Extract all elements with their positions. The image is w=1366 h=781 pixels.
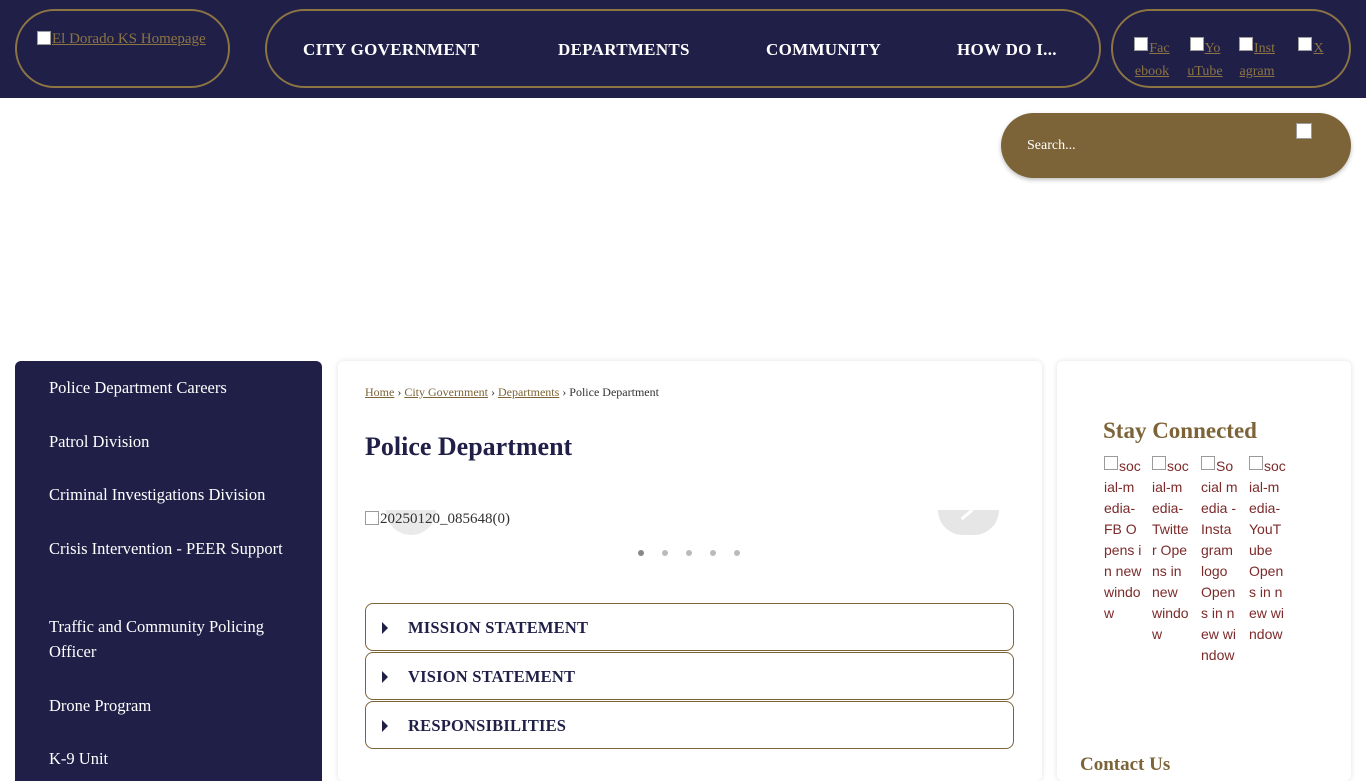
- slideshow-dot[interactable]: [710, 550, 716, 556]
- nav-city-government[interactable]: CITY GOVERNMENT: [303, 40, 479, 60]
- stay-connected-twitter[interactable]: social-media-Twitter Opens in new window: [1152, 456, 1190, 645]
- instagram-link[interactable]: Instagram: [1239, 37, 1275, 99]
- youtube-icon: [1189, 37, 1204, 51]
- accordion-responsibilities[interactable]: RESPONSIBILITIES: [365, 701, 1014, 749]
- sidebar-item-patrol-division[interactable]: Patrol Division: [49, 429, 289, 454]
- nav-departments[interactable]: DEPARTMENTS: [558, 40, 690, 60]
- stay-connected-title: Stay Connected: [1103, 418, 1257, 443]
- facebook-link[interactable]: Facebook: [1134, 37, 1170, 83]
- nav-community[interactable]: COMMUNITY: [766, 40, 881, 60]
- logo-image-icon: [37, 31, 51, 45]
- breadcrumb-current: Police Department: [569, 385, 659, 399]
- sidebar-item-police-department-careers[interactable]: Police Department Careers: [49, 375, 289, 400]
- sidebar-item-traffic-community-policing[interactable]: Traffic and Community Policing Officer: [49, 614, 289, 664]
- breadcrumb-separator: ›: [562, 385, 567, 399]
- accordion-label: RESPONSIBILITIES: [408, 716, 567, 735]
- main-navigation: CITY GOVERNMENT DEPARTMENTS COMMUNITY HO…: [265, 9, 1101, 88]
- slideshow-image: 20250120_085648(0): [365, 511, 510, 528]
- main-content: Home › City Government › Departments › P…: [338, 361, 1042, 781]
- slideshow-dot[interactable]: [734, 550, 740, 556]
- breadcrumb: Home › City Government › Departments › P…: [365, 385, 659, 400]
- twitter-image-alt: social-media-Twitter Opens in new window: [1152, 458, 1189, 642]
- instagram-icon: [1239, 37, 1253, 51]
- caret-right-icon: [382, 720, 388, 732]
- site-header: El Dorado KS Homepage CITY GOVERNMENT DE…: [0, 0, 1366, 98]
- facebook-image-alt: social-media-FB Opens in new window: [1104, 458, 1142, 621]
- breadcrumb-departments[interactable]: Departments: [498, 385, 559, 399]
- facebook-icon: [1104, 456, 1118, 470]
- breadcrumb-separator: ›: [490, 385, 495, 399]
- x-icon: [1298, 37, 1313, 51]
- stay-connected-youtube[interactable]: social-media-YouTube Opens in new window: [1249, 456, 1287, 645]
- slideshow-dot[interactable]: [638, 550, 644, 556]
- facebook-icon: [1134, 37, 1149, 51]
- x-alt-text: X: [1313, 41, 1324, 56]
- caret-right-icon: [382, 622, 388, 634]
- search-bar: [1001, 113, 1351, 178]
- accordion-label: MISSION STATEMENT: [408, 618, 589, 637]
- stay-connected-instagram[interactable]: Social media - Instagram logo Opens in n…: [1201, 456, 1239, 666]
- slide-image-icon: [365, 511, 379, 525]
- x-link[interactable]: X: [1293, 37, 1329, 60]
- youtube-image-alt: social-media-YouTube Opens in new window: [1249, 458, 1286, 642]
- slideshow-dot[interactable]: [662, 550, 668, 556]
- right-sidebar: Stay Connected social-media-FB Opens in …: [1057, 361, 1351, 781]
- accordion-mission-statement[interactable]: MISSION STATEMENT: [365, 603, 1014, 651]
- twitter-icon: [1152, 456, 1166, 470]
- sidebar-item-criminal-investigations[interactable]: Criminal Investigations Division: [49, 482, 289, 507]
- youtube-icon: [1249, 456, 1263, 470]
- instagram-icon: [1201, 456, 1215, 470]
- sidebar-item-crisis-intervention[interactable]: Crisis Intervention - PEER Support: [49, 536, 289, 561]
- instagram-image-alt: Social media - Instagram logo Opens in n…: [1201, 458, 1238, 663]
- accordion-vision-statement[interactable]: VISION STATEMENT: [365, 652, 1014, 700]
- youtube-link[interactable]: YouTube: [1187, 37, 1223, 83]
- sidebar-navigation: Police Department Careers Patrol Divisio…: [15, 361, 322, 781]
- caret-right-icon: [382, 671, 388, 683]
- page-title: Police Department: [365, 432, 573, 461]
- nav-how-do-i[interactable]: HOW DO I...: [957, 40, 1057, 60]
- logo-alt-text: El Dorado KS Homepage: [52, 31, 206, 47]
- sidebar-item-drone-program[interactable]: Drone Program: [49, 693, 289, 718]
- stay-connected-facebook[interactable]: social-media-FB Opens in new window: [1104, 456, 1142, 624]
- slideshow-dot[interactable]: [686, 550, 692, 556]
- breadcrumb-city-government[interactable]: City Government: [404, 385, 488, 399]
- breadcrumb-separator: ›: [397, 385, 402, 399]
- sidebar-item-k9-unit[interactable]: K-9 Unit: [49, 746, 289, 771]
- search-input[interactable]: [1027, 133, 1287, 159]
- search-icon[interactable]: [1296, 123, 1312, 139]
- slideshow-next-button[interactable]: [938, 510, 999, 535]
- accordion-label: VISION STATEMENT: [408, 667, 576, 686]
- homepage-logo-link[interactable]: El Dorado KS Homepage: [37, 31, 206, 48]
- header-social-links: Facebook YouTube Instagram X: [1111, 9, 1351, 88]
- logo-container: El Dorado KS Homepage: [15, 9, 230, 88]
- contact-us-title: Contact Us: [1080, 754, 1171, 775]
- slide-image-alt: 20250120_085648(0): [380, 511, 510, 527]
- breadcrumb-home[interactable]: Home: [365, 385, 394, 399]
